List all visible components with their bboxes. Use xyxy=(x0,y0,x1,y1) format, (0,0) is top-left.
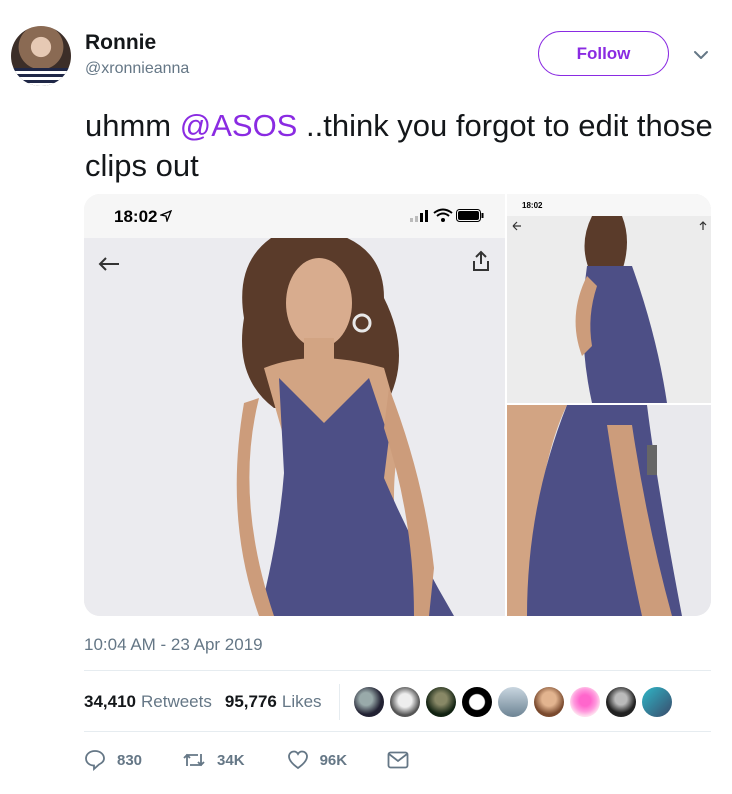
retweet-button[interactable]: 34K xyxy=(182,749,245,771)
liker-avatar-3[interactable] xyxy=(425,687,456,717)
product-photo xyxy=(84,233,505,616)
reply-button[interactable]: 830 xyxy=(84,749,142,771)
back-arrow-icon[interactable] xyxy=(98,256,120,272)
liker-avatar-4[interactable] xyxy=(461,687,492,717)
status-time: 18:02 xyxy=(114,207,158,226)
liker-avatar-1[interactable] xyxy=(353,687,384,717)
media-image-main[interactable]: 18:02 xyxy=(84,194,505,616)
share-icon[interactable] xyxy=(472,250,490,272)
reply-icon xyxy=(85,750,105,771)
likes-label[interactable]: Likes xyxy=(282,692,322,712)
liker-avatar-7[interactable] xyxy=(569,687,600,717)
like-count: 96K xyxy=(319,751,348,769)
media-image-top-right[interactable]: 18:02 xyxy=(507,194,711,403)
tweet-stats: 34,410 Retweets 95,776 Likes xyxy=(84,684,678,720)
tweet-text: uhmm @ASOS ..think you forgot to edit th… xyxy=(85,106,715,186)
liker-avatar-5[interactable] xyxy=(497,687,528,717)
dress-closeup-illustration xyxy=(507,405,711,616)
model-photo-illustration xyxy=(84,233,505,616)
tweet-timestamp[interactable]: 10:04 AM - 23 Apr 2019 xyxy=(84,635,263,655)
tweet-actions: 830 34K 96K xyxy=(84,746,420,774)
liker-avatar-9[interactable] xyxy=(641,687,672,717)
follow-button[interactable]: Follow xyxy=(538,31,669,76)
location-arrow-icon xyxy=(160,210,172,222)
stats-separator xyxy=(338,684,340,720)
tweet-media: 18:02 18:02 xyxy=(84,194,711,616)
retweets-label[interactable]: Retweets xyxy=(141,692,212,712)
media-image-bottom-right[interactable] xyxy=(507,405,711,616)
retweet-icon xyxy=(183,753,205,767)
envelope-icon xyxy=(387,751,409,769)
signal-icon xyxy=(410,210,428,222)
liker-avatar-2[interactable] xyxy=(389,687,420,717)
phone-status-bar: 18:02 xyxy=(84,194,505,238)
liker-avatar-6[interactable] xyxy=(533,687,564,717)
author-handle[interactable]: @xronnieanna xyxy=(85,60,189,78)
phone-status-bar-small: 18:02 xyxy=(507,194,711,216)
direct-message-button[interactable] xyxy=(387,751,420,769)
divider xyxy=(84,670,711,671)
likes-count[interactable]: 95,776 xyxy=(225,692,277,712)
status-time-small: 18:02 xyxy=(522,201,543,210)
like-button[interactable]: 96K xyxy=(287,749,348,771)
divider xyxy=(84,731,711,732)
liker-avatar-8[interactable] xyxy=(605,687,636,717)
heart-icon xyxy=(287,750,308,770)
battery-icon xyxy=(456,209,484,222)
retweet-count: 34K xyxy=(217,751,245,769)
retweets-count[interactable]: 34,410 xyxy=(84,692,136,712)
author-name[interactable]: Ronnie xyxy=(85,31,156,55)
chevron-down-icon[interactable] xyxy=(692,46,710,64)
author-avatar[interactable] xyxy=(11,26,71,86)
model-back-illustration xyxy=(507,216,711,403)
liker-avatars xyxy=(353,687,678,717)
reply-count: 830 xyxy=(117,751,143,769)
wifi-icon xyxy=(433,208,453,222)
mention-link[interactable]: @ASOS xyxy=(180,108,298,143)
tweet-text-start: uhmm xyxy=(85,108,180,143)
